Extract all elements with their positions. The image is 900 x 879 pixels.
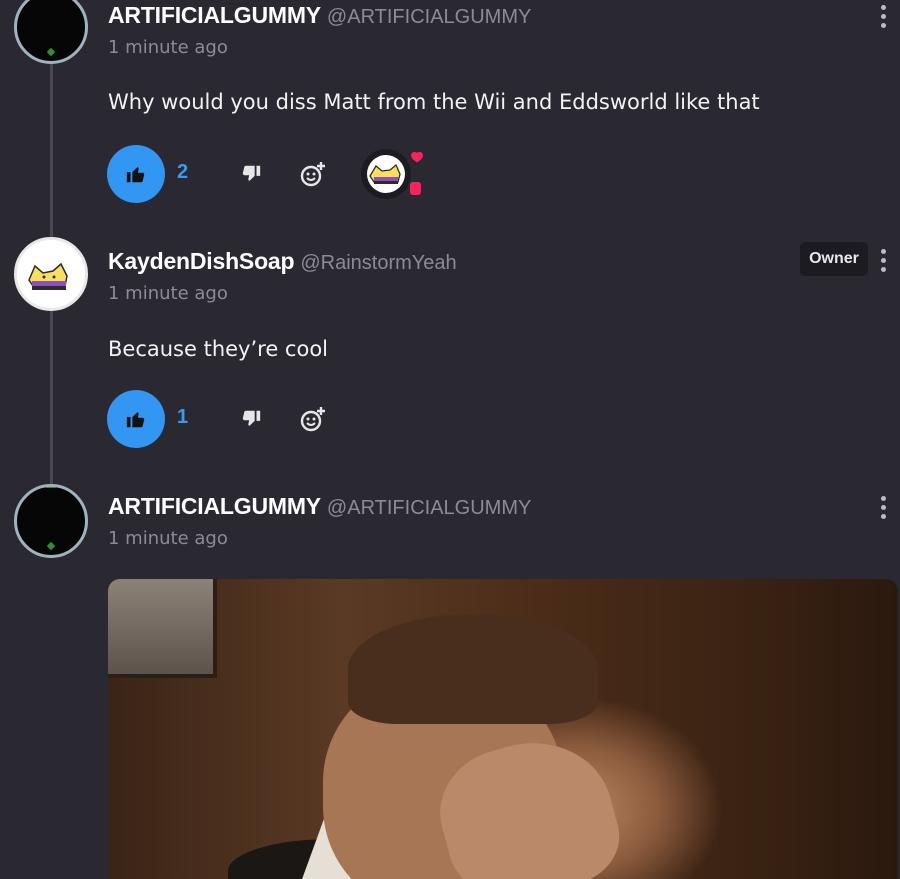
creator-heart-badge (354, 148, 430, 204)
author-handle[interactable]: @RainstormYeah (300, 252, 456, 274)
comment-image[interactable] (108, 579, 898, 879)
comment-text: Because they’re cool (108, 337, 328, 361)
more-options-button[interactable] (876, 5, 890, 31)
thumbs-up-icon (126, 167, 145, 183)
thumbs-down-icon (242, 410, 261, 426)
leaf-icon (46, 487, 56, 488)
dislike-button[interactable] (236, 404, 266, 434)
timestamp: 1 minute ago (108, 37, 228, 58)
comment-author[interactable]: ARTIFICIALGUMMY @ARTIFICIALGUMMY (108, 493, 531, 520)
timestamp: 1 minute ago (108, 528, 228, 549)
creator-heart-icon (361, 149, 424, 199)
avatar[interactable] (14, 237, 88, 311)
add-reaction-button[interactable] (297, 403, 329, 435)
more-options-button[interactable] (876, 496, 890, 522)
owner-badge: Owner (800, 242, 868, 276)
avatar[interactable] (14, 0, 88, 64)
leaf-icon (46, 541, 56, 551)
comment-author[interactable]: ARTIFICIALGUMMY @ARTIFICIALGUMMY (108, 2, 531, 29)
cat-mascot-icon (28, 262, 68, 290)
leaf-icon (46, 47, 56, 57)
more-options-button[interactable] (876, 249, 890, 275)
like-count: 2 (177, 161, 189, 183)
author-name[interactable]: KaydenDishSoap (108, 248, 295, 274)
thumbs-up-icon (126, 412, 145, 428)
dislike-button[interactable] (236, 159, 266, 189)
add-reaction-icon (300, 162, 325, 187)
author-name[interactable]: ARTIFICIALGUMMY (108, 493, 321, 519)
comment-text: Why would you diss Matt from the Wii and… (108, 90, 760, 114)
thumbs-down-icon (242, 165, 261, 181)
author-name[interactable]: ARTIFICIALGUMMY (108, 2, 321, 28)
like-button[interactable] (107, 145, 165, 203)
timestamp: 1 minute ago (108, 283, 228, 304)
picture-frame (108, 579, 217, 678)
author-handle[interactable]: @ARTIFICIALGUMMY (327, 497, 531, 519)
hair (348, 614, 598, 724)
add-reaction-icon (300, 407, 325, 432)
author-handle[interactable]: @ARTIFICIALGUMMY (327, 6, 531, 28)
like-count: 1 (177, 406, 189, 428)
comment-author[interactable]: KaydenDishSoap @RainstormYeah (108, 248, 457, 275)
avatar[interactable] (14, 484, 88, 558)
add-reaction-button[interactable] (297, 158, 329, 190)
like-button[interactable] (107, 390, 165, 448)
